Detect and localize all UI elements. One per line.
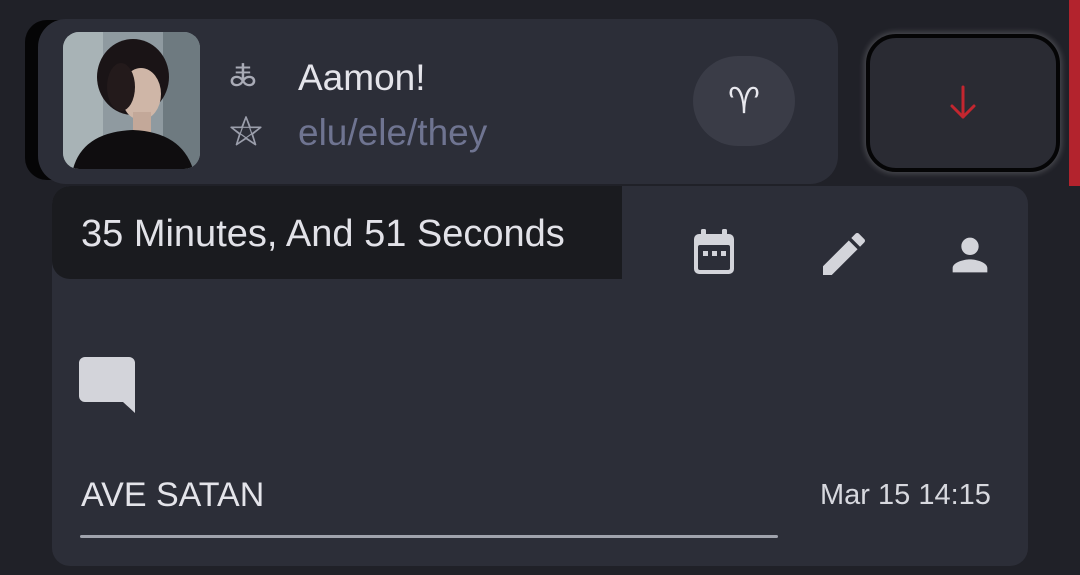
avatar[interactable]: [63, 32, 200, 169]
person-icon[interactable]: [944, 229, 996, 281]
pentagram-icon: [230, 116, 262, 146]
calendar-icon[interactable]: [692, 229, 736, 275]
profile-card[interactable]: 🜏 Aamon! elu/ele/they ♈︎: [38, 19, 838, 184]
arrow-down-icon: [950, 85, 976, 119]
screen: 🜏 Aamon! elu/ele/they ♈︎ 35 Minutes, And…: [0, 0, 1080, 575]
message-text: AVE SATAN: [81, 476, 265, 514]
leviathan-cross-icon: 🜏: [229, 56, 257, 94]
duration-text: 35 Minutes, And 51 Seconds: [81, 213, 565, 255]
edit-pencil-icon[interactable]: [816, 226, 872, 282]
aries-icon: ♈︎: [727, 80, 761, 122]
profile-pronouns: elu/ele/they: [298, 112, 488, 153]
profile-name: Aamon!: [298, 57, 426, 98]
scroll-down-button[interactable]: [866, 34, 1060, 172]
duration-banner: 35 Minutes, And 51 Seconds: [52, 186, 622, 279]
message-card: 35 Minutes, And 51 Seconds AVE SATAN Mar…: [52, 186, 1028, 566]
zodiac-sign-button[interactable]: ♈︎: [693, 56, 795, 146]
status-edge-indicator: [1069, 0, 1080, 186]
message-timestamp: Mar 15 14:15: [820, 479, 991, 511]
message-underline: [80, 535, 778, 538]
comment-icon: [79, 357, 135, 413]
